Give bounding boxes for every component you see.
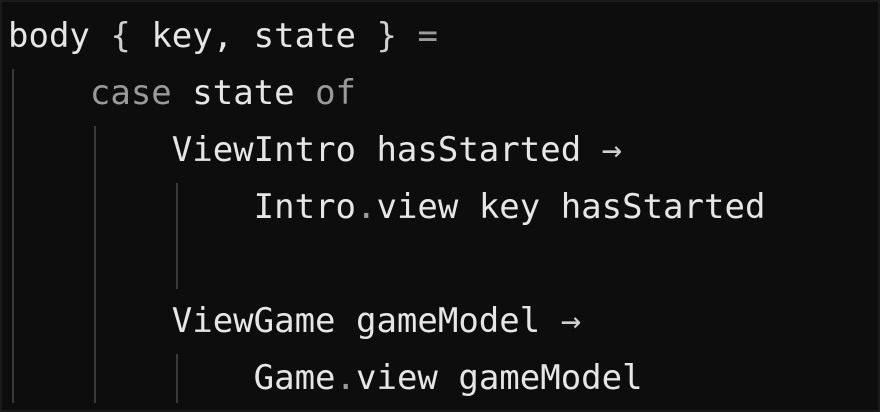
code-line: Game.view gameModel: [8, 350, 765, 407]
code-token-keyword: of: [315, 73, 357, 113]
code-token-punct: {: [110, 16, 131, 56]
code-token-ident: key, state: [130, 16, 377, 56]
code-block[interactable]: body { key, state } = case state of View…: [8, 8, 765, 407]
indent-guide: [93, 126, 96, 403]
code-line: Intro.view key hasStarted: [8, 179, 766, 236]
code-token-ident: view key hasStarted: [376, 187, 766, 227]
code-token-ident: Game: [253, 358, 336, 398]
code-token-ident: ViewIntro hasStarted: [171, 130, 602, 170]
code-token-ident: Intro: [253, 187, 356, 227]
code-token-ident: body: [8, 16, 90, 56]
indent-guide: [175, 183, 178, 289]
code-line: ViewGame gameModel →: [8, 293, 765, 350]
indent-guide: [12, 69, 14, 403]
code-token-keyword: case: [89, 73, 172, 113]
code-line: body { key, state } =: [8, 8, 765, 65]
code-token-ident: view gameModel: [356, 358, 643, 398]
code-token-keyword: =: [417, 16, 438, 56]
code-token-punct: →: [601, 130, 623, 170]
code-line: ViewIntro hasStarted →: [8, 122, 765, 179]
code-token-ident: ViewGame gameModel: [171, 301, 561, 341]
code-token-ident: state: [171, 73, 316, 113]
code-line: case state of: [8, 65, 765, 122]
code-token-punct: }: [376, 16, 397, 56]
code-editor[interactable]: body { key, state } = case state of View…: [0, 0, 880, 412]
code-token-dot: .: [356, 187, 377, 227]
code-token-dot: .: [335, 358, 357, 398]
indent-guide: [175, 354, 178, 403]
code-token-punct: →: [560, 301, 582, 341]
